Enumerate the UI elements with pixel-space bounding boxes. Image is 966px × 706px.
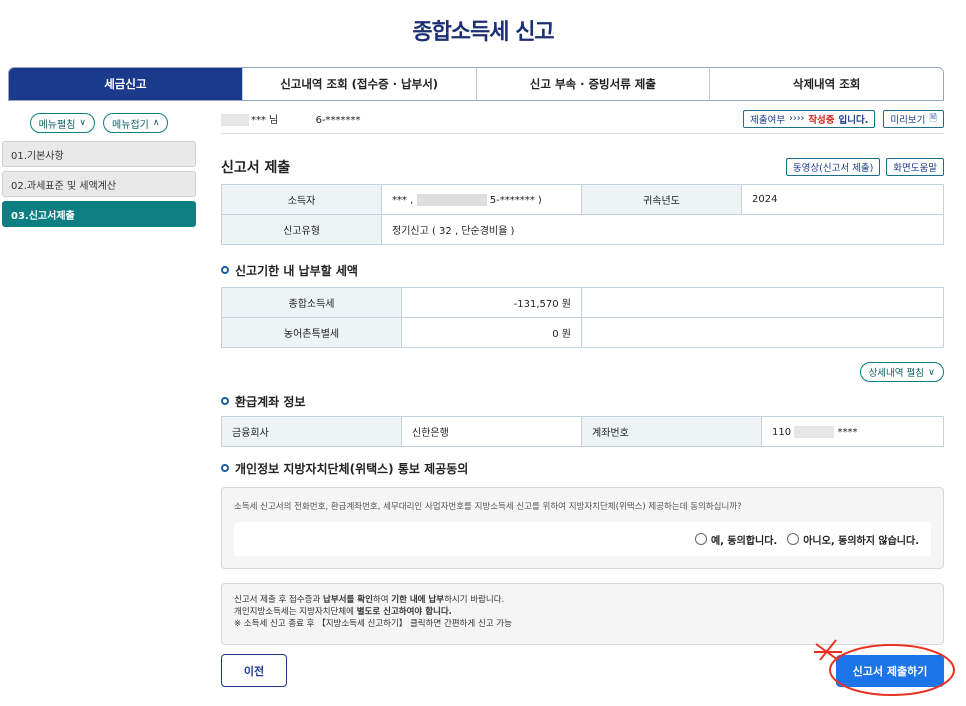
radio-circle	[694, 533, 707, 545]
year-value: 2024	[741, 184, 944, 215]
nav-item-submit[interactable]: 03.신고서제출	[2, 201, 196, 227]
taxpayer-ssn: 5-******* )	[489, 194, 542, 206]
taxpayer-name: *** ,	[392, 194, 414, 206]
preview-button[interactable]: 미리보기 🗎	[883, 109, 944, 128]
left-nav: 메뉴펼침 ∨ 메뉴접기 ∧ 01.기본사항 02.과세표준 및 세액계산 03.…	[2, 113, 196, 231]
document-icon: 🗎	[929, 112, 937, 124]
bullet-icon	[221, 266, 229, 274]
tab-attachments[interactable]: 신고 부속 · 증빙서류 제출	[475, 68, 710, 100]
refund-table: 금융회사 신한은행 계좌번호 110 ****	[221, 416, 944, 447]
year-label: 귀속년도	[581, 184, 742, 215]
submission-status: 제출여부 ›››› 작성중 입니다.	[743, 109, 876, 128]
rural-tax-label: 농어촌특별세	[221, 317, 402, 348]
tab-bar: 세금신고 신고내역 조회 (접수증 · 납부서) 신고 부속 · 증빙서류 제출…	[8, 67, 944, 101]
masked-id	[281, 114, 316, 126]
tax-due-table: 종합소득세 -131,570 원 농어촌특별세 0 원	[221, 287, 944, 348]
consent-box: 소득세 신고서의 전화번호, 환급계좌번호, 세무대리인 사업자번호를 지방소득…	[221, 487, 944, 569]
account-suffix: ****	[837, 426, 858, 438]
bullet-icon	[221, 397, 229, 405]
nav-item-basic-info[interactable]: 01.기본사항	[2, 141, 196, 167]
menu-collapse-label: 메뉴접기	[112, 119, 149, 131]
consent-yes-radio[interactable]: 예, 동의합니다.	[694, 532, 778, 547]
consent-no-radio[interactable]: 아니오, 동의하지 않습니다.	[787, 532, 919, 547]
radio-circle	[787, 533, 800, 545]
income-tax-label: 종합소득세	[221, 287, 402, 318]
notice-line-3: ※ 소득세 신고 종료 후 【지방소득세 신고하기】 클릭하면 간편하게 신고 …	[234, 619, 512, 629]
submit-filing-button[interactable]: 신고서 제출하기	[836, 655, 944, 687]
consent-title: 개인정보 지방자치단체(위택스) 통보 제공동의	[235, 461, 469, 476]
user-info: *** 님 6-*******	[221, 111, 361, 126]
video-button[interactable]: 동영상(신고서 제출)	[785, 158, 881, 176]
refund-heading: 환급계좌 정보	[221, 393, 305, 410]
type-label: 신고유형	[221, 214, 382, 245]
masked-account	[794, 425, 835, 438]
nav-item-tax-calc[interactable]: 02.과세표준 및 세액계산	[2, 171, 196, 197]
account-value: 110 ****	[761, 416, 944, 447]
rural-tax-value: 0 원	[401, 317, 582, 348]
type-value: 정기신고 ( 32 , 단순경비율 )	[381, 214, 944, 245]
bank-label: 금융회사	[221, 416, 402, 447]
screen-help-button[interactable]: 화면도움말	[886, 158, 944, 176]
notice-line-2: 개인지방소득세는 지방자치단체에 별도로 신고하여야 합니다.	[234, 607, 452, 617]
detail-expand-label: 상세내역 펼침	[868, 368, 925, 379]
filing-table: 소득자 *** , 5-******* ) 귀속년도 2024 신고유형 정기신…	[221, 184, 944, 245]
taxpayer-label: 소득자	[221, 184, 382, 215]
page-title: 종합소득세 신고	[412, 20, 554, 45]
main-content: *** 님 6-******* 제출여부 ›››› 작성중 입니다. 미리보기 …	[221, 104, 944, 645]
chevron-up-icon: ∧	[152, 118, 160, 128]
tab-deleted-history[interactable]: 삭제내역 조회	[709, 68, 943, 100]
consent-yes-label: 예, 동의합니다.	[710, 535, 778, 547]
masked-ssn	[416, 193, 487, 206]
taxpayer-value: *** , 5-******* )	[381, 184, 582, 215]
bullet-icon	[221, 464, 229, 472]
user-id: 6-*******	[315, 115, 361, 126]
income-tax-value: -131,570 원	[401, 287, 582, 318]
notice-line-1: 신고서 제출 후 접수증과 납부서를 확인하여 기한 내에 납부하시기 바랍니다…	[234, 595, 505, 605]
account-prefix: 110	[772, 426, 792, 438]
menu-collapse-button[interactable]: 메뉴접기 ∧	[103, 113, 169, 133]
notice-box: 신고서 제출 후 접수증과 납부서를 확인하여 기한 내에 납부하시기 바랍니다…	[221, 583, 944, 645]
tab-tax-filing[interactable]: 세금신고	[9, 68, 242, 100]
filing-title: 신고서 제출	[221, 160, 291, 176]
chevron-down-icon: ∨	[79, 118, 86, 128]
tax-due-title: 신고기한 내 납부할 세액	[235, 263, 358, 278]
consent-heading: 개인정보 지방자치단체(위택스) 통보 제공동의	[221, 460, 468, 477]
status-arrow: ››››	[789, 113, 805, 124]
account-label: 계좌번호	[581, 416, 762, 447]
status-value: 작성중	[808, 114, 835, 126]
user-name: *** 님	[251, 115, 279, 126]
consent-question: 소득세 신고서의 전화번호, 환급계좌번호, 세무대리인 사업자번호를 지방소득…	[234, 502, 742, 512]
page: 종합소득세 신고 세금신고 신고내역 조회 (접수증 · 납부서) 신고 부속 …	[0, 0, 966, 706]
preview-label: 미리보기	[890, 114, 926, 126]
menu-expand-button[interactable]: 메뉴펼침 ∨	[29, 113, 95, 133]
masked-name	[221, 114, 249, 126]
bank-value: 신한은행	[401, 416, 582, 447]
tax-due-heading: 신고기한 내 납부할 세액	[221, 262, 358, 279]
status-tail: 입니다.	[838, 114, 869, 126]
user-info-row: *** 님 6-******* 제출여부 ›››› 작성중 입니다. 미리보기 …	[221, 104, 944, 134]
chevron-down-icon: ∨	[928, 366, 935, 378]
status-label: 제출여부	[750, 114, 786, 126]
prev-button[interactable]: 이전	[221, 654, 287, 687]
tab-filing-history[interactable]: 신고내역 조회 (접수증 · 납부서)	[241, 68, 476, 100]
refund-title: 환급계좌 정보	[235, 394, 306, 409]
menu-expand-label: 메뉴펼침	[38, 119, 76, 131]
consent-no-label: 아니오, 동의하지 않습니다.	[803, 535, 919, 547]
detail-expand-button[interactable]: 상세내역 펼침 ∨	[859, 362, 944, 382]
